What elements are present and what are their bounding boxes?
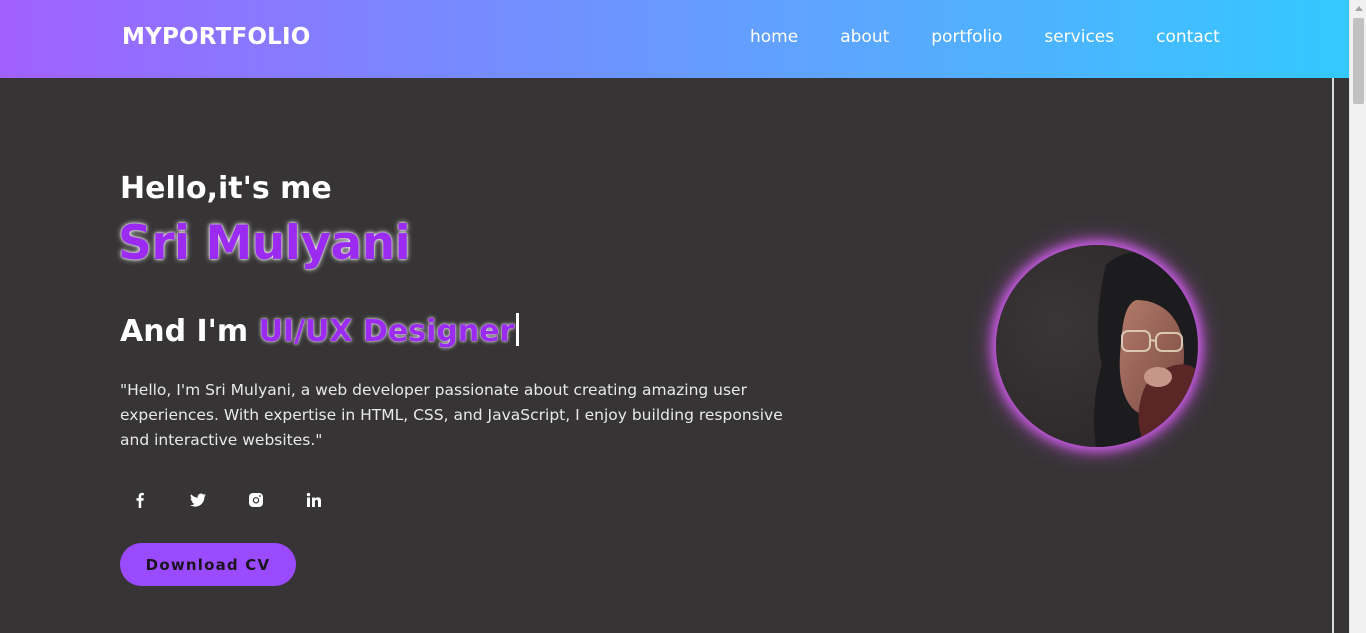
page-edge-line	[1332, 78, 1334, 633]
role-heading: And I'm UI/UX Designer	[120, 313, 520, 349]
site-logo[interactable]: MYPORTFOLIO	[122, 24, 311, 50]
role-text: UI/UX Designer	[258, 314, 515, 349]
scrollbar-thumb[interactable]	[1353, 18, 1364, 104]
intro-paragraph: "Hello, I'm Sri Mulyani, a web developer…	[120, 381, 783, 449]
nav-contact-link[interactable]: contact	[1156, 27, 1220, 47]
linkedin-icon	[306, 492, 322, 512]
linkedin-link[interactable]	[298, 486, 330, 518]
top-navbar: MYPORTFOLIO home about portfolio service…	[0, 0, 1349, 78]
instagram-link[interactable]	[240, 486, 272, 518]
download-cv-button[interactable]: Download CV	[120, 543, 296, 586]
social-links	[124, 486, 356, 518]
profile-photo	[996, 245, 1198, 447]
nav-about-link[interactable]: about	[840, 27, 889, 47]
facebook-link[interactable]	[124, 486, 156, 518]
nav-portfolio-link[interactable]: portfolio	[931, 27, 1002, 47]
name-heading: Sri Mulyani	[118, 216, 411, 271]
nav-services-link[interactable]: services	[1044, 27, 1114, 47]
greeting-heading: Hello,it's me	[120, 171, 332, 206]
role-prefix: And I'm	[120, 314, 249, 349]
nav-home-link[interactable]: home	[750, 27, 798, 47]
twitter-icon	[190, 492, 206, 512]
profile-photo-illustration	[996, 245, 1198, 447]
main-nav: home about portfolio services contact	[750, 27, 1220, 47]
twitter-link[interactable]	[182, 486, 214, 518]
instagram-icon	[248, 492, 264, 512]
typing-cursor	[516, 313, 520, 346]
scroll-up-arrow-icon[interactable]	[1350, 0, 1366, 17]
portfolio-page: MYPORTFOLIO home about portfolio service…	[0, 0, 1366, 633]
facebook-icon	[132, 492, 148, 512]
vertical-scrollbar[interactable]	[1349, 0, 1366, 633]
